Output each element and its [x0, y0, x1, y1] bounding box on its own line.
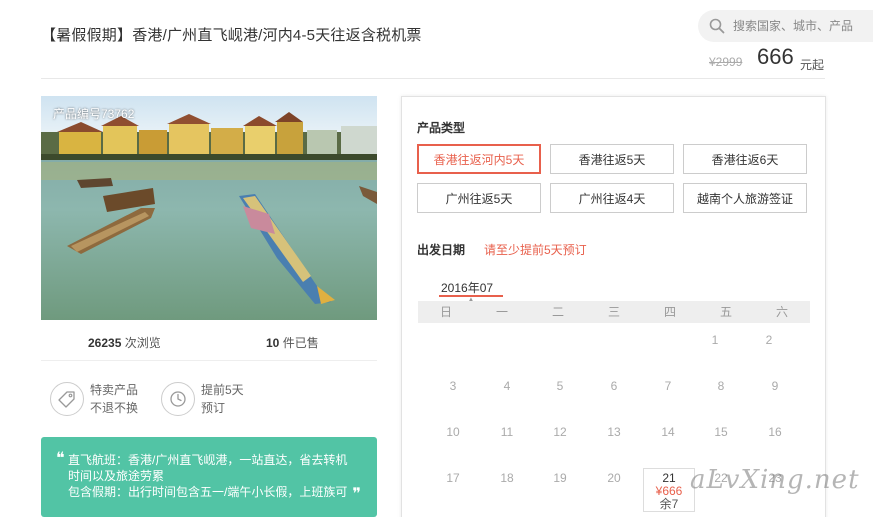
calendar-day: 10 — [446, 425, 460, 439]
booking-hint: 请至少提前5天预订 — [484, 243, 587, 257]
calendar-day: 19 — [553, 471, 567, 485]
calendar-day: 17 — [446, 471, 460, 485]
option-gz-5d[interactable]: 广州往返5天 — [417, 183, 541, 213]
calendar-day: 7 — [664, 379, 672, 393]
calendar-weekday-header: 日 一 二 三 四 五 六 — [418, 301, 810, 323]
tag-icon — [50, 382, 84, 416]
stats-divider — [41, 360, 377, 361]
calendar-day: 6 — [610, 379, 618, 393]
notice-line: 包含假期：出行时间包含五一/端午小长假，上班族可 — [68, 485, 348, 499]
calendar-day: 16 — [768, 425, 782, 439]
feature-special-sale: 特卖产品 不退不换 — [50, 381, 138, 417]
view-count: 26235 次浏览 — [88, 336, 161, 350]
option-hk-hanoi-5d[interactable]: 香港往返河内5天 — [417, 144, 541, 174]
product-number: 产品编号73762 — [53, 107, 135, 121]
calendar-day-available[interactable]: 21 ¥666 余7 — [643, 468, 695, 512]
calendar-day: 2 — [765, 333, 773, 347]
calendar-month[interactable]: 2016年07 — [441, 279, 493, 296]
calendar-day: 9 — [771, 379, 779, 393]
option-hk-5d[interactable]: 香港往返5天 — [550, 144, 674, 174]
option-vietnam-visa[interactable]: 越南个人旅游签证 — [683, 183, 807, 213]
search-box[interactable] — [698, 10, 873, 42]
departure-date-title: 出发日期 — [417, 243, 466, 257]
header-divider — [41, 78, 825, 79]
product-photo: 产品编号73762 — [41, 96, 377, 320]
calendar-day: 11 — [500, 425, 514, 439]
calendar-day: 8 — [717, 379, 725, 393]
product-stats: 26235 次浏览 10 件已售 — [41, 334, 377, 350]
calendar-day: 3 — [449, 379, 457, 393]
price-unit: 元起 — [800, 58, 825, 72]
calendar-day: 13 — [607, 425, 621, 439]
calendar-day: 20 — [607, 471, 621, 485]
calendar-day: 5 — [556, 379, 564, 393]
notice-line: 直飞航班：香港/广州直飞岘港，一站直达，省去转机 — [68, 453, 348, 467]
product-type-title: 产品类型 — [417, 121, 466, 135]
close-quote-icon: ❞ — [352, 484, 361, 503]
calendar-day: 14 — [661, 425, 675, 439]
open-quote-icon: ❝ — [56, 448, 65, 467]
calendar-day: 4 — [503, 379, 511, 393]
original-price: ¥2999 — [709, 55, 743, 69]
highlight-notice: ❝ 直飞航班：香港/广州直飞岘港，一站直达，省去转机 时间以及旅途劳累 包含假期… — [41, 437, 377, 517]
watermark: aLvXing.net — [690, 465, 860, 495]
search-icon — [709, 18, 725, 34]
option-gz-4d[interactable]: 广州往返4天 — [550, 183, 674, 213]
current-price: 666 — [757, 44, 794, 69]
notice-line: 时间以及旅途劳累 — [68, 469, 165, 483]
page-title: 【暑假假期】香港/广州直飞岘港/河内4-5天往返含税机票 — [41, 27, 422, 44]
calendar-day: 15 — [714, 425, 728, 439]
booking-panel: 产品类型 香港往返河内5天 香港往返5天 香港往返6天 广州往返5天 广州往返4… — [401, 96, 826, 517]
calendar-day: 12 — [553, 425, 567, 439]
calendar-day: 18 — [500, 471, 514, 485]
feature-book-ahead: 提前5天 预订 — [161, 381, 244, 417]
calendar-day: 1 — [711, 333, 719, 347]
harbor-scene-image — [41, 96, 377, 320]
clock-icon — [161, 382, 195, 416]
search-input[interactable] — [733, 19, 873, 33]
sold-count: 10 件已售 — [266, 336, 319, 350]
option-hk-6d[interactable]: 香港往返6天 — [683, 144, 807, 174]
